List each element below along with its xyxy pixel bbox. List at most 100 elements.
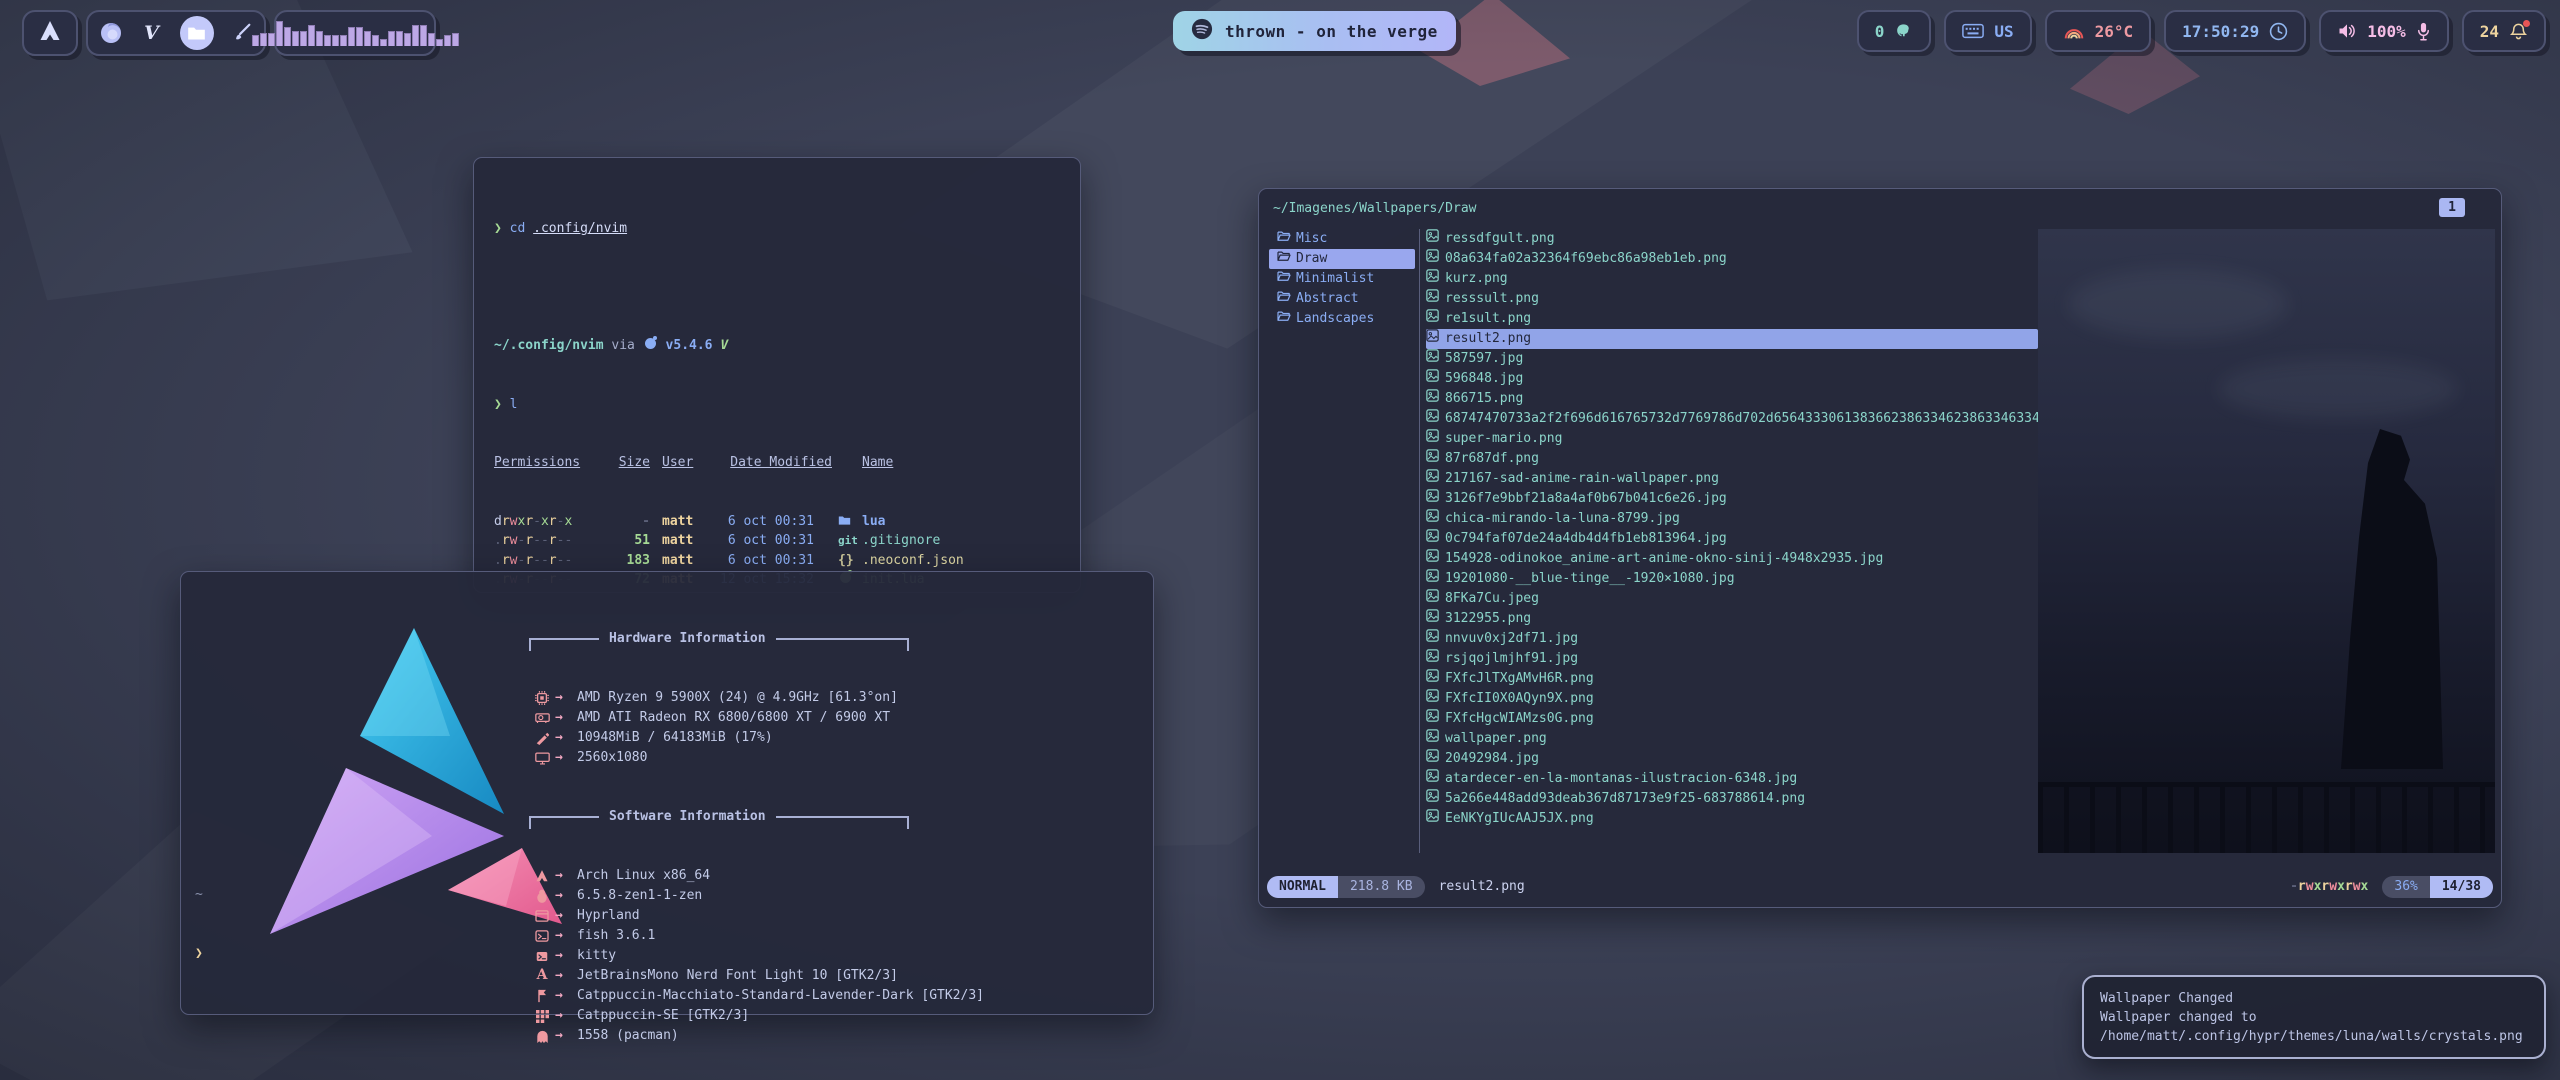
- file-row[interactable]: re1sult.png: [1426, 309, 2038, 329]
- file-name: ressdfgult.png: [1445, 229, 1555, 249]
- file-name: 19201080-__blue-tinge__-1920×1080.jpg: [1445, 569, 1735, 589]
- sidebar-folder-abstract[interactable]: Abstract: [1269, 289, 1415, 309]
- file-manager-statusbar: NORMAL 218.8 KB result2.png -rwxrwxrwx 3…: [1267, 875, 2493, 899]
- file-manager-list: ressdfgult.png08a634fa02a32364f69ebc86a9…: [1419, 229, 2039, 853]
- sidebar-folder-label: Draw: [1296, 249, 1327, 269]
- clock-icon: [2269, 22, 2288, 41]
- files-icon-active[interactable]: [180, 16, 214, 50]
- file-name: nnvuv0xj2df71.jpg: [1445, 629, 1578, 649]
- file-row[interactable]: atardecer-en-la-montanas-ilustracion-634…: [1426, 769, 2038, 789]
- keyboard-layout-module[interactable]: US: [1944, 10, 2031, 52]
- file-row[interactable]: 3122955.png: [1426, 609, 2038, 629]
- file-row[interactable]: 08a634fa02a32364f69ebc86a98eb1eb.png: [1426, 249, 2038, 269]
- file-name: 3122955.png: [1445, 609, 1531, 629]
- json-file-icon: {}: [832, 551, 862, 571]
- sidebar-folder-misc[interactable]: Misc: [1269, 229, 1415, 249]
- file-name: resssult.png: [1445, 289, 1539, 309]
- file-row[interactable]: rsjqojlmjhf91.jpg: [1426, 649, 2038, 669]
- open-folder-icon: [1277, 289, 1291, 309]
- software-value: fish 3.6.1: [577, 926, 655, 946]
- file-row[interactable]: 19201080-__blue-tinge__-1920×1080.jpg: [1426, 569, 2038, 589]
- file-row[interactable]: chica-mirando-la-luna-8799.jpg: [1426, 509, 2038, 529]
- audio-module[interactable]: 100%: [2319, 10, 2449, 52]
- github-module[interactable]: 0: [1857, 10, 1932, 52]
- open-folder-icon: [1277, 249, 1291, 269]
- music-pill[interactable]: thrown - on the verge: [1173, 11, 1456, 51]
- file-row[interactable]: 217167-sad-anime-rain-wallpaper.png: [1426, 469, 2038, 489]
- file-row[interactable]: 5a266e448add93deab367d87173e9f25-6837886…: [1426, 789, 2038, 809]
- weather-module[interactable]: 26°C: [2045, 10, 2152, 52]
- keyboard-icon: [1962, 23, 1984, 39]
- cpu-icon: [529, 691, 555, 705]
- file-row[interactable]: super-mario.png: [1426, 429, 2038, 449]
- fetch-row-kernel: →6.5.8-zen1-1-zen: [529, 886, 1129, 906]
- terminal-window-nvim[interactable]: ❯ cd .config/nvim ~/.config/nvim via v5.…: [473, 157, 1081, 593]
- fetch-terminal-window[interactable]: Hardware Information →AMD Ryzen 9 5900X …: [180, 571, 1154, 1015]
- file-row[interactable]: 596848.jpg: [1426, 369, 2038, 389]
- clock-module[interactable]: 17:50:29: [2164, 10, 2306, 52]
- file-row[interactable]: ressdfgult.png: [1426, 229, 2038, 249]
- graph-bar: [436, 39, 443, 46]
- file-name: 217167-sad-anime-rain-wallpaper.png: [1445, 469, 1719, 489]
- sidebar-folder-minimalist[interactable]: Minimalist: [1269, 269, 1415, 289]
- file-name: result2.png: [1445, 329, 1531, 349]
- file-perms: .rw-r--r--: [494, 531, 604, 551]
- hardware-value: 10948MiB / 64183MiB (17%): [577, 728, 773, 748]
- sidebar-folder-landscapes[interactable]: Landscapes: [1269, 309, 1415, 329]
- image-file-icon: [1426, 429, 1439, 449]
- arch-launcher-icon[interactable]: [38, 19, 62, 47]
- file-row[interactable]: nnvuv0xj2df71.jpg: [1426, 629, 2038, 649]
- file-permissions: -rwxrwxrwx: [2290, 877, 2368, 897]
- vim-icon[interactable]: V: [139, 20, 165, 46]
- terminal-icon: [529, 951, 555, 962]
- software-value: 6.5.8-zen1-1-zen: [577, 886, 702, 906]
- file-row[interactable]: 0c794faf07de24a4db4d4fb1eb813964.jpg: [1426, 529, 2038, 549]
- fetch-row-font: A→JetBrainsMono Nerd Font Light 10 [GTK2…: [529, 966, 1129, 986]
- file-row[interactable]: result2.png: [1426, 329, 2038, 349]
- graph-widget: [274, 10, 436, 56]
- launcher-group[interactable]: [22, 10, 78, 56]
- notifications-module[interactable]: 24: [2462, 10, 2546, 52]
- graph-bar: [252, 35, 259, 46]
- file-row[interactable]: 68747470733a2f2f696d616765732d7769786d70…: [1426, 409, 2038, 429]
- hardware-box-header: Hardware Information: [529, 629, 909, 649]
- graph-bar: [396, 31, 403, 46]
- graph-bar: [388, 31, 395, 46]
- file-row[interactable]: wallpaper.png: [1426, 729, 2038, 749]
- graph-bar: [364, 31, 371, 46]
- file-row[interactable]: 8FKa7Cu.jpeg: [1426, 589, 2038, 609]
- kernel-icon: [529, 889, 555, 903]
- file-row[interactable]: resssult.png: [1426, 289, 2038, 309]
- file-name: chica-mirando-la-luna-8799.jpg: [1445, 509, 1680, 529]
- notification-count: 24: [2480, 22, 2499, 41]
- file-row[interactable]: FXfcII0X0AQyn9X.png: [1426, 689, 2038, 709]
- display-icon: [529, 752, 555, 765]
- file-name: 08a634fa02a32364f69ebc86a98eb1eb.png: [1445, 249, 1727, 269]
- file-row[interactable]: 154928-odinokoe_anime-art-anime-okno-sin…: [1426, 549, 2038, 569]
- firefox-icon[interactable]: [98, 20, 124, 46]
- file-row[interactable]: 3126f7e9bbf21a8a4af0b67b041c6e26.jpg: [1426, 489, 2038, 509]
- file-row[interactable]: FXfcHgcWIAMzs0G.png: [1426, 709, 2038, 729]
- file-row[interactable]: 87r687df.png: [1426, 449, 2038, 469]
- file-perms: .rw-r--r--: [494, 551, 604, 571]
- icons-icon: [529, 1010, 555, 1023]
- sidebar-folder-draw[interactable]: Draw: [1269, 249, 1415, 269]
- image-file-icon: [1426, 489, 1439, 509]
- image-file-icon: [1426, 629, 1439, 649]
- file-date: 6 oct 00:31: [720, 512, 832, 532]
- file-manager-window[interactable]: ~/Imagenes/Wallpapers/Draw 1 MiscDrawMin…: [1258, 188, 2502, 908]
- list-position: 14/38: [2430, 876, 2493, 898]
- temperature: 26°C: [2095, 22, 2134, 41]
- file-name: 8FKa7Cu.jpeg: [1445, 589, 1539, 609]
- file-row[interactable]: EeNKYgIUcAAJ5JX.png: [1426, 809, 2038, 829]
- notification-toast[interactable]: Wallpaper Changed Wallpaper changed to /…: [2082, 975, 2546, 1059]
- file-row[interactable]: 587597.jpg: [1426, 349, 2038, 369]
- file-size: 183: [604, 551, 650, 571]
- notification-title: Wallpaper Changed: [2100, 989, 2528, 1008]
- file-row[interactable]: FXfcJlTXgAMvH6R.png: [1426, 669, 2038, 689]
- file-row[interactable]: 20492984.jpg: [1426, 749, 2038, 769]
- hardware-value: 2560x1080: [577, 748, 647, 768]
- file-row[interactable]: 866715.png: [1426, 389, 2038, 409]
- clock-time: 17:50:29: [2182, 22, 2259, 41]
- file-row[interactable]: kurz.png: [1426, 269, 2038, 289]
